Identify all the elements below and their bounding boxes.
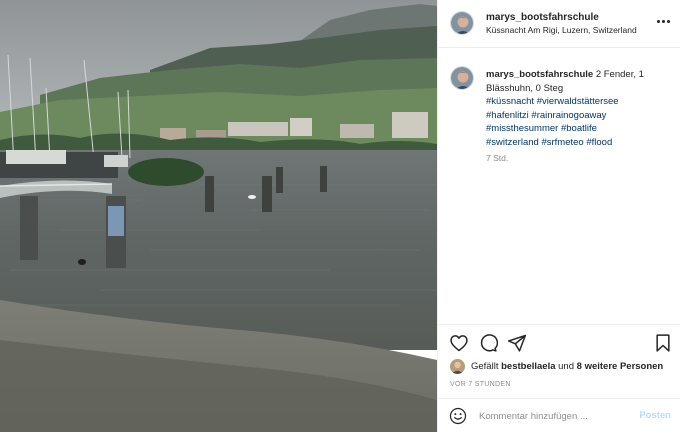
caption-username[interactable]: marys_bootsfahrschule: [486, 69, 593, 80]
hashtag-link[interactable]: #srfmeteo: [541, 137, 583, 148]
caption-time[interactable]: 7 Std.: [486, 153, 508, 163]
hashtag-link[interactable]: #vierwaldstättersee: [537, 96, 619, 107]
emoji-icon[interactable]: [449, 407, 467, 425]
hashtag-link[interactable]: #rainrainogoaway: [531, 110, 606, 121]
comment-icon[interactable]: [478, 333, 498, 353]
hashtag-link[interactable]: #missthesummer: [486, 123, 558, 134]
likes-conjunction: und: [558, 361, 574, 372]
post-timestamp[interactable]: VOR 7 STUNDEN: [450, 381, 511, 388]
post-side-panel: marys_bootsfahrschule Küssnacht Am Rigi,…: [437, 0, 680, 432]
post-location[interactable]: Küssnacht Am Rigi, Luzern, Switzerland: [486, 25, 637, 35]
likes-prefix: Gefällt: [471, 361, 499, 372]
hashtag-link[interactable]: #flood: [586, 137, 612, 148]
post-photo[interactable]: [0, 0, 437, 432]
likes-text: Gefällt bestbellaela und 8 weitere Perso…: [471, 361, 663, 372]
liker-avatar[interactable]: [450, 359, 465, 374]
comment-input[interactable]: [479, 407, 629, 425]
other-likers-link[interactable]: 8 weitere Personen: [577, 361, 664, 372]
post-comment-button[interactable]: Posten: [639, 410, 671, 421]
hashtag-link[interactable]: #küssnacht: [486, 96, 534, 107]
hashtag-link[interactable]: #switzerland: [486, 137, 539, 148]
more-options-icon[interactable]: [657, 17, 671, 27]
caption-avatar[interactable]: [450, 66, 474, 90]
share-icon[interactable]: [507, 333, 527, 353]
heart-icon[interactable]: [449, 333, 469, 353]
liker-username[interactable]: bestbellaela: [501, 361, 555, 372]
flooded-harbor-photo: [0, 0, 437, 432]
caption-text: marys_bootsfahrschule 2 Fender, 1 Blässh…: [486, 68, 674, 150]
author-username[interactable]: marys_bootsfahrschule: [486, 12, 599, 23]
author-avatar[interactable]: [450, 11, 474, 35]
bookmark-icon[interactable]: [653, 333, 673, 353]
post-header: marys_bootsfahrschule Küssnacht Am Rigi,…: [438, 0, 680, 48]
hashtag-link[interactable]: #hafenlitzi: [486, 110, 529, 121]
hashtag-link[interactable]: #boatlife: [561, 123, 597, 134]
comment-bar: Posten: [438, 398, 680, 432]
